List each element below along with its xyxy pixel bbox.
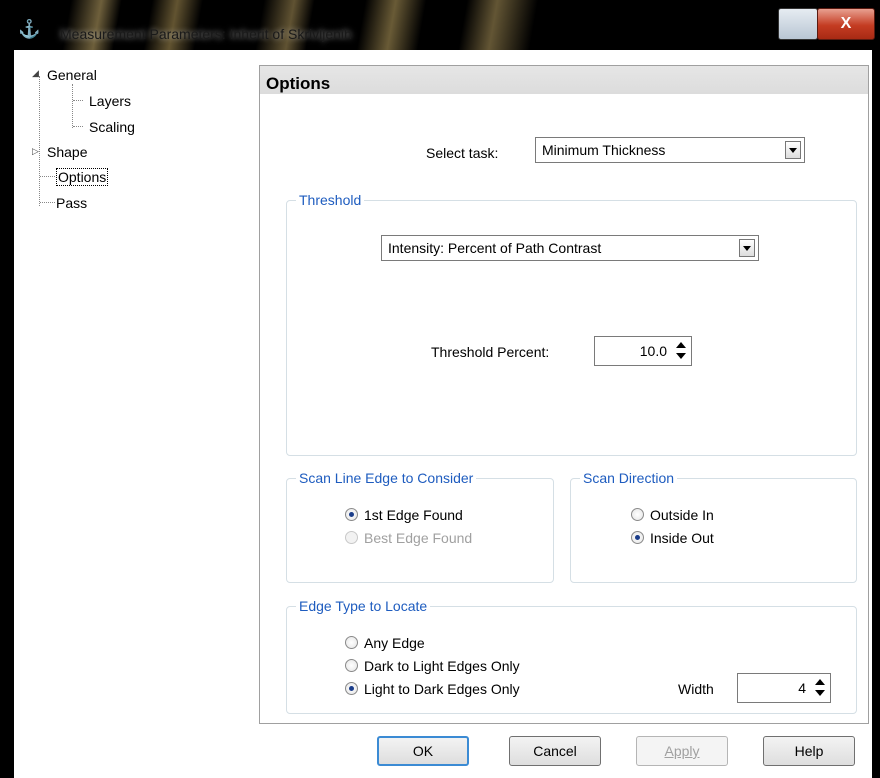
tree-item-options[interactable]: Options bbox=[56, 166, 109, 188]
spin-up-icon[interactable] bbox=[815, 679, 825, 685]
group-legend: Scan Direction bbox=[580, 469, 678, 487]
close-button[interactable]: X bbox=[817, 8, 875, 40]
threshold-mode-dropdown[interactable]: Intensity: Percent of Path Contrast bbox=[381, 235, 759, 261]
threshold-percent-stepper[interactable]: 10.0 bbox=[594, 336, 692, 366]
spin-arrows-icon[interactable] bbox=[813, 678, 827, 698]
tree-item-scaling[interactable]: Scaling bbox=[89, 116, 135, 138]
title-bar: ⚓ Measurement Parameters: Inherit of Skr… bbox=[0, 0, 880, 50]
radio-unchecked-icon[interactable] bbox=[345, 659, 358, 672]
radio-unchecked-icon[interactable] bbox=[631, 508, 644, 521]
tree-item-label: Layers bbox=[89, 93, 132, 109]
radio-checked-icon[interactable] bbox=[631, 531, 644, 544]
width-stepper[interactable]: 4 bbox=[737, 673, 831, 703]
ok-button[interactable]: OK bbox=[377, 736, 469, 766]
tree-item-pass[interactable]: Pass bbox=[56, 192, 87, 214]
radio-label: Best Edge Found bbox=[364, 530, 473, 546]
radio-unchecked-icon[interactable] bbox=[345, 636, 358, 649]
tree-connector bbox=[72, 84, 73, 128]
scan-line-edge-group: Scan Line Edge to Consider 1st Edge Foun… bbox=[286, 469, 554, 583]
spin-arrows-icon[interactable] bbox=[674, 341, 688, 361]
radio-label: Any Edge bbox=[364, 635, 425, 651]
tree-connector bbox=[40, 202, 55, 203]
select-task-dropdown[interactable]: Minimum Thickness bbox=[535, 137, 805, 163]
width-label: Width bbox=[678, 681, 714, 697]
cancel-button[interactable]: Cancel bbox=[509, 736, 601, 766]
expand-triangle-icon[interactable]: ▷ bbox=[32, 146, 39, 157]
chevron-down-icon[interactable] bbox=[785, 141, 801, 159]
threshold-percent-value: 10.0 bbox=[639, 343, 667, 359]
threshold-mode-value: Intensity: Percent of Path Contrast bbox=[388, 240, 602, 256]
spin-down-icon[interactable] bbox=[815, 690, 825, 696]
close-icon: X bbox=[840, 15, 852, 32]
options-panel: Options Select task: Minimum Thickness T… bbox=[259, 65, 869, 724]
group-legend: Edge Type to Locate bbox=[296, 597, 431, 615]
radio-label: Light to Dark Edges Only bbox=[364, 681, 520, 697]
title-bar-background bbox=[0, 0, 560, 50]
tree-item-label: Shape bbox=[47, 144, 88, 160]
tree-item-label: Scaling bbox=[89, 119, 135, 135]
radio-label: Outside In bbox=[650, 507, 714, 523]
tree-item-label: Options bbox=[56, 168, 109, 186]
radio-checked-icon[interactable] bbox=[345, 682, 358, 695]
radio-label: 1st Edge Found bbox=[364, 507, 463, 523]
window-title: Measurement Parameters: Inherit of Skriv… bbox=[60, 26, 352, 42]
radio-label: Inside Out bbox=[650, 530, 714, 546]
apply-button: Apply bbox=[636, 736, 728, 766]
tree-connector bbox=[73, 126, 83, 127]
help-button[interactable]: Help bbox=[763, 736, 855, 766]
settings-tree: ◢ General Layers Scaling ▷ Shape Options… bbox=[18, 62, 248, 722]
edge-type-group: Edge Type to Locate Any Edge Dark to Lig… bbox=[286, 597, 857, 714]
radio-checked-icon[interactable] bbox=[345, 508, 358, 521]
group-legend: Threshold bbox=[296, 191, 365, 209]
chevron-down-icon[interactable] bbox=[739, 239, 755, 257]
tree-connector bbox=[40, 176, 55, 177]
window-frame-right bbox=[872, 50, 880, 778]
scan-direction-group: Scan Direction Outside In Inside Out bbox=[570, 469, 857, 583]
window-frame-left bbox=[0, 50, 14, 778]
group-legend: Scan Line Edge to Consider bbox=[296, 469, 477, 487]
width-value: 4 bbox=[798, 680, 806, 696]
panel-title: Options bbox=[260, 66, 868, 94]
tree-item-general[interactable]: General bbox=[47, 64, 97, 86]
spin-up-icon[interactable] bbox=[676, 342, 686, 348]
tree-item-label: Pass bbox=[56, 195, 88, 211]
collapse-triangle-icon[interactable]: ◢ bbox=[32, 68, 39, 79]
minimize-maximize-button[interactable] bbox=[778, 8, 818, 40]
tree-connector bbox=[39, 76, 40, 206]
radio-disabled-icon bbox=[345, 531, 358, 544]
radio-label: Dark to Light Edges Only bbox=[364, 658, 520, 674]
tree-connector bbox=[73, 100, 83, 101]
apply-label: Apply bbox=[664, 743, 700, 759]
tree-item-shape[interactable]: Shape bbox=[47, 141, 87, 163]
tree-item-label: General bbox=[47, 67, 97, 83]
threshold-percent-label: Threshold Percent: bbox=[431, 344, 550, 360]
select-task-label: Select task: bbox=[426, 145, 499, 161]
app-icon: ⚓ bbox=[18, 19, 41, 39]
select-task-value: Minimum Thickness bbox=[542, 142, 666, 158]
threshold-group: Threshold Intensity: Percent of Path Con… bbox=[286, 191, 857, 456]
tree-item-layers[interactable]: Layers bbox=[89, 90, 131, 112]
spin-down-icon[interactable] bbox=[676, 353, 686, 359]
